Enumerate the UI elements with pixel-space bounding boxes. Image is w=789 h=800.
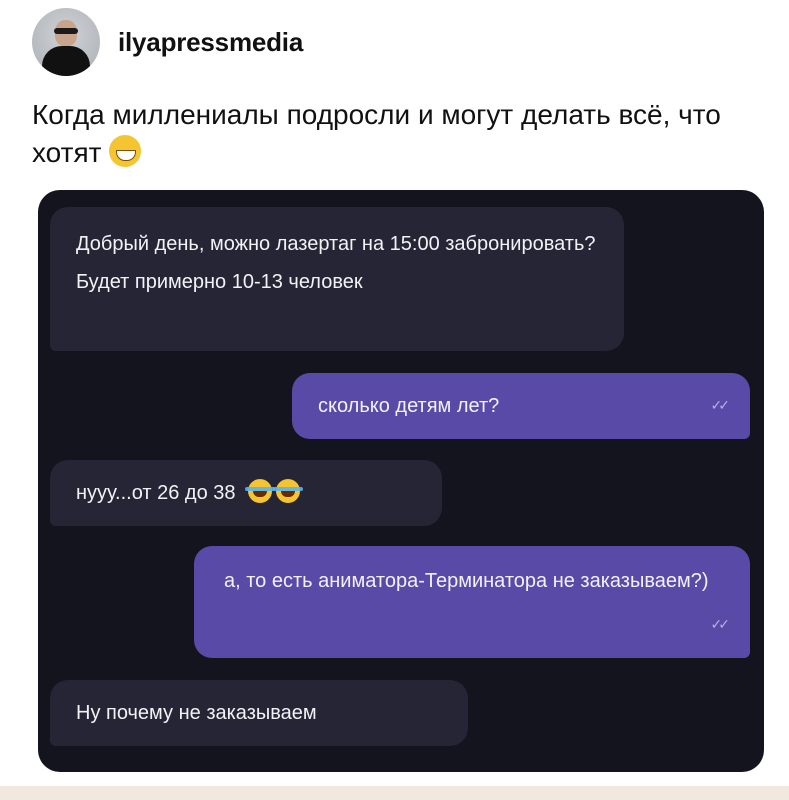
message-text: Ну почему не заказываем [76, 702, 317, 724]
post-caption: Когда миллениалы подросли и могут делать… [32, 96, 732, 172]
footer-strip [0, 786, 789, 800]
grinning-sweat-emoji-icon [109, 135, 142, 167]
message-text: сколько детям лет? [318, 395, 500, 417]
double-check-icon: ✓✓ [710, 398, 731, 414]
tears-of-joy-emoji-icon [272, 479, 303, 503]
avatar-body-shape [42, 46, 90, 76]
double-check-icon: ✓✓ [710, 617, 731, 633]
post-header: ilyapressmedia [32, 8, 303, 76]
avatar[interactable] [32, 8, 100, 76]
username[interactable]: ilyapressmedia [118, 27, 303, 58]
avatar-glasses-shape [54, 28, 78, 34]
message-outgoing-1: сколько детям лет? ✓✓ [292, 373, 750, 439]
message-incoming-3: Ну почему не заказываем [50, 680, 468, 746]
message-outgoing-2: а, то есть аниматора-Терминатора не зака… [194, 546, 750, 658]
chat-screenshot: Добрый день, можно лазертаг на 15:00 заб… [38, 190, 764, 772]
tears-of-joy-emoji-icon [244, 479, 275, 503]
message-text: Добрый день, можно лазертаг на 15:00 заб… [76, 233, 596, 293]
message-text: нууу...от 26 до 38 [76, 482, 236, 504]
message-incoming-1: Добрый день, можно лазертаг на 15:00 заб… [50, 207, 624, 351]
message-incoming-2: нууу...от 26 до 38 [50, 460, 442, 526]
message-text: а, то есть аниматора-Терминатора не зака… [224, 570, 709, 592]
